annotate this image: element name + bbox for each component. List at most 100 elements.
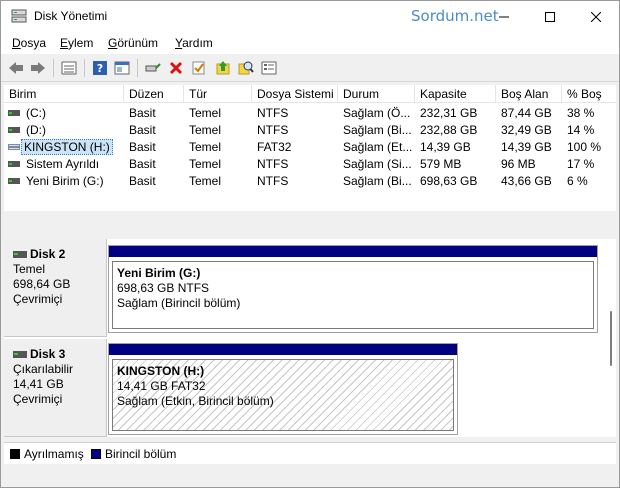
volume-status: Sağlam (Et... xyxy=(343,140,413,154)
column-header-filesystem[interactable]: Dosya Sistemi xyxy=(252,85,338,103)
volume-capacity: 232,88 GB xyxy=(420,123,478,137)
volume-capacity: 579 MB xyxy=(420,157,462,171)
connect-button[interactable] xyxy=(143,58,163,78)
table-row[interactable]: Sistem Ayrıldı Basit Temel NTFS Sağlam (… xyxy=(4,156,616,173)
table-row[interactable]: Yeni Birim (G:) Basit Temel NTFS Sağlam … xyxy=(4,173,616,190)
partition-g[interactable]: Yeni Birim (G:) 698,63 GB NTFS Sağlam (B… xyxy=(108,245,598,333)
volume-percent-free: 14 % xyxy=(567,123,595,137)
pane-splitter[interactable] xyxy=(4,211,616,239)
menu-view[interactable]: Görünüm xyxy=(108,36,158,50)
legend-unallocated-label: Ayrılmamış xyxy=(24,447,84,461)
volume-capacity: 698,63 GB xyxy=(420,174,478,188)
volume-percent-free: 100 % xyxy=(567,140,602,154)
volume-filesystem: NTFS xyxy=(257,174,289,188)
disk-management-window: Disk Yönetimi Sordum.net Dosya Eylem Gör… xyxy=(0,0,620,488)
volume-free-space: 96 MB xyxy=(501,157,536,171)
properties-button[interactable] xyxy=(59,58,79,78)
column-header-capacity[interactable]: Kapasite xyxy=(415,85,496,103)
disk-3-state: Çevrimiçi xyxy=(13,392,63,406)
volume-status: Sağlam (Si... xyxy=(343,157,412,171)
drive-icon xyxy=(8,161,20,167)
table-row[interactable]: (C:) Basit Temel NTFS Sağlam (Ö... 232,3… xyxy=(4,105,616,122)
volume-status: Sağlam (Bi... xyxy=(343,174,412,188)
delete-icon xyxy=(169,61,183,75)
status-bar xyxy=(1,465,619,487)
volume-layout: Basit xyxy=(129,106,156,120)
volume-free-space: 43,66 GB xyxy=(501,174,552,188)
column-header-type[interactable]: Tür xyxy=(184,85,252,103)
help-button[interactable]: ? xyxy=(90,58,110,78)
menu-bar: Dosya Eylem Görünüm Yardım xyxy=(1,32,619,54)
primary-swatch xyxy=(91,449,101,459)
table-row-selected[interactable]: KINGSTON (H:) Basit Temel FAT32 Sağlam (… xyxy=(4,139,616,156)
disk-3-kind: Çıkarılabilir xyxy=(13,362,74,376)
menu-help[interactable]: Yardım xyxy=(175,36,213,50)
volume-list: Birim Düzen Tür Dosya Sistemi Durum Kapa… xyxy=(4,85,616,220)
disk-3-info[interactable]: Disk 3 Çıkarılabilir 14,41 GB Çevrimiçi xyxy=(4,339,107,437)
partition-detail: 698,63 GB NTFS xyxy=(117,281,210,295)
up-button[interactable] xyxy=(213,58,233,78)
close-button[interactable] xyxy=(573,1,619,32)
partition-g-details: Yeni Birim (G:) 698,63 GB NTFS Sağlam (B… xyxy=(112,261,594,329)
details-icon xyxy=(261,61,277,75)
column-header-volume[interactable]: Birim xyxy=(4,85,124,103)
column-header-status[interactable]: Durum xyxy=(338,85,415,103)
volume-filesystem: NTFS xyxy=(257,157,289,171)
column-header-free-space[interactable]: Boş Alan xyxy=(496,85,562,103)
back-button[interactable] xyxy=(6,58,26,78)
volume-type: Temel xyxy=(189,140,222,154)
search-icon xyxy=(238,61,254,75)
partition-status: Sağlam (Etkin, Birincil bölüm) xyxy=(117,394,274,408)
volume-name: (C:) xyxy=(26,106,46,120)
check-button[interactable] xyxy=(189,58,209,78)
volume-filesystem: NTFS xyxy=(257,123,289,137)
partition-status: Sağlam (Birincil bölüm) xyxy=(117,296,241,310)
volume-free-space: 87,44 GB xyxy=(501,106,552,120)
disk-2-info[interactable]: Disk 2 Temel 698,64 GB Çevrimiçi xyxy=(4,239,107,337)
menu-file[interactable]: Dosya xyxy=(12,36,46,50)
close-icon xyxy=(591,11,601,22)
disk-2-kind: Temel xyxy=(13,262,46,276)
volume-filesystem: FAT32 xyxy=(257,140,292,154)
connect-icon xyxy=(145,63,161,72)
details-button[interactable] xyxy=(259,58,279,78)
maximize-button[interactable] xyxy=(527,1,573,32)
volume-free-space: 32,49 GB xyxy=(501,123,552,137)
disk-3-size: 14,41 GB xyxy=(13,377,64,391)
disk-2-state: Çevrimiçi xyxy=(13,292,63,306)
drive-icon xyxy=(8,110,20,116)
maximize-icon xyxy=(545,11,555,22)
search-button[interactable] xyxy=(236,58,256,78)
properties-icon xyxy=(61,61,77,75)
column-header-layout[interactable]: Düzen xyxy=(124,85,184,103)
delete-button[interactable] xyxy=(166,58,186,78)
up-icon xyxy=(216,61,230,75)
volume-list-header: Birim Düzen Tür Dosya Sistemi Durum Kapa… xyxy=(4,85,616,103)
table-row[interactable]: (D:) Basit Temel NTFS Sağlam (Bi... 232,… xyxy=(4,122,616,139)
drive-icon xyxy=(8,178,20,184)
drive-icon xyxy=(8,127,20,133)
volume-name: KINGSTON (H:) xyxy=(19,139,124,156)
console-button[interactable] xyxy=(112,58,132,78)
svg-text:?: ? xyxy=(97,62,103,75)
disk-3-title: Disk 3 xyxy=(13,347,106,362)
toolbar: ? xyxy=(1,54,619,82)
volume-type: Temel xyxy=(189,174,222,188)
title-bar[interactable]: Disk Yönetimi Sordum.net xyxy=(1,1,619,32)
column-header-percent-free[interactable]: % Boş xyxy=(562,85,616,103)
disk-2-size: 698,64 GB xyxy=(13,277,71,291)
volume-percent-free: 38 % xyxy=(567,106,595,120)
disk-management-icon xyxy=(11,9,27,23)
minimize-icon xyxy=(499,16,509,17)
partition-h[interactable]: KINGSTON (H:) 14,41 GB FAT32 Sağlam (Etk… xyxy=(108,343,458,435)
unallocated-swatch xyxy=(10,449,20,459)
menu-action[interactable]: Eylem xyxy=(60,36,93,50)
console-icon xyxy=(114,61,130,75)
volume-type: Temel xyxy=(189,157,222,171)
forward-button[interactable] xyxy=(28,58,48,78)
disk-icon xyxy=(13,251,27,258)
vertical-scrollbar[interactable] xyxy=(610,311,612,366)
minimize-button[interactable] xyxy=(481,1,527,32)
volume-status: Sağlam (Bi... xyxy=(343,123,412,137)
volume-name: Yeni Birim (G:) xyxy=(26,174,104,188)
